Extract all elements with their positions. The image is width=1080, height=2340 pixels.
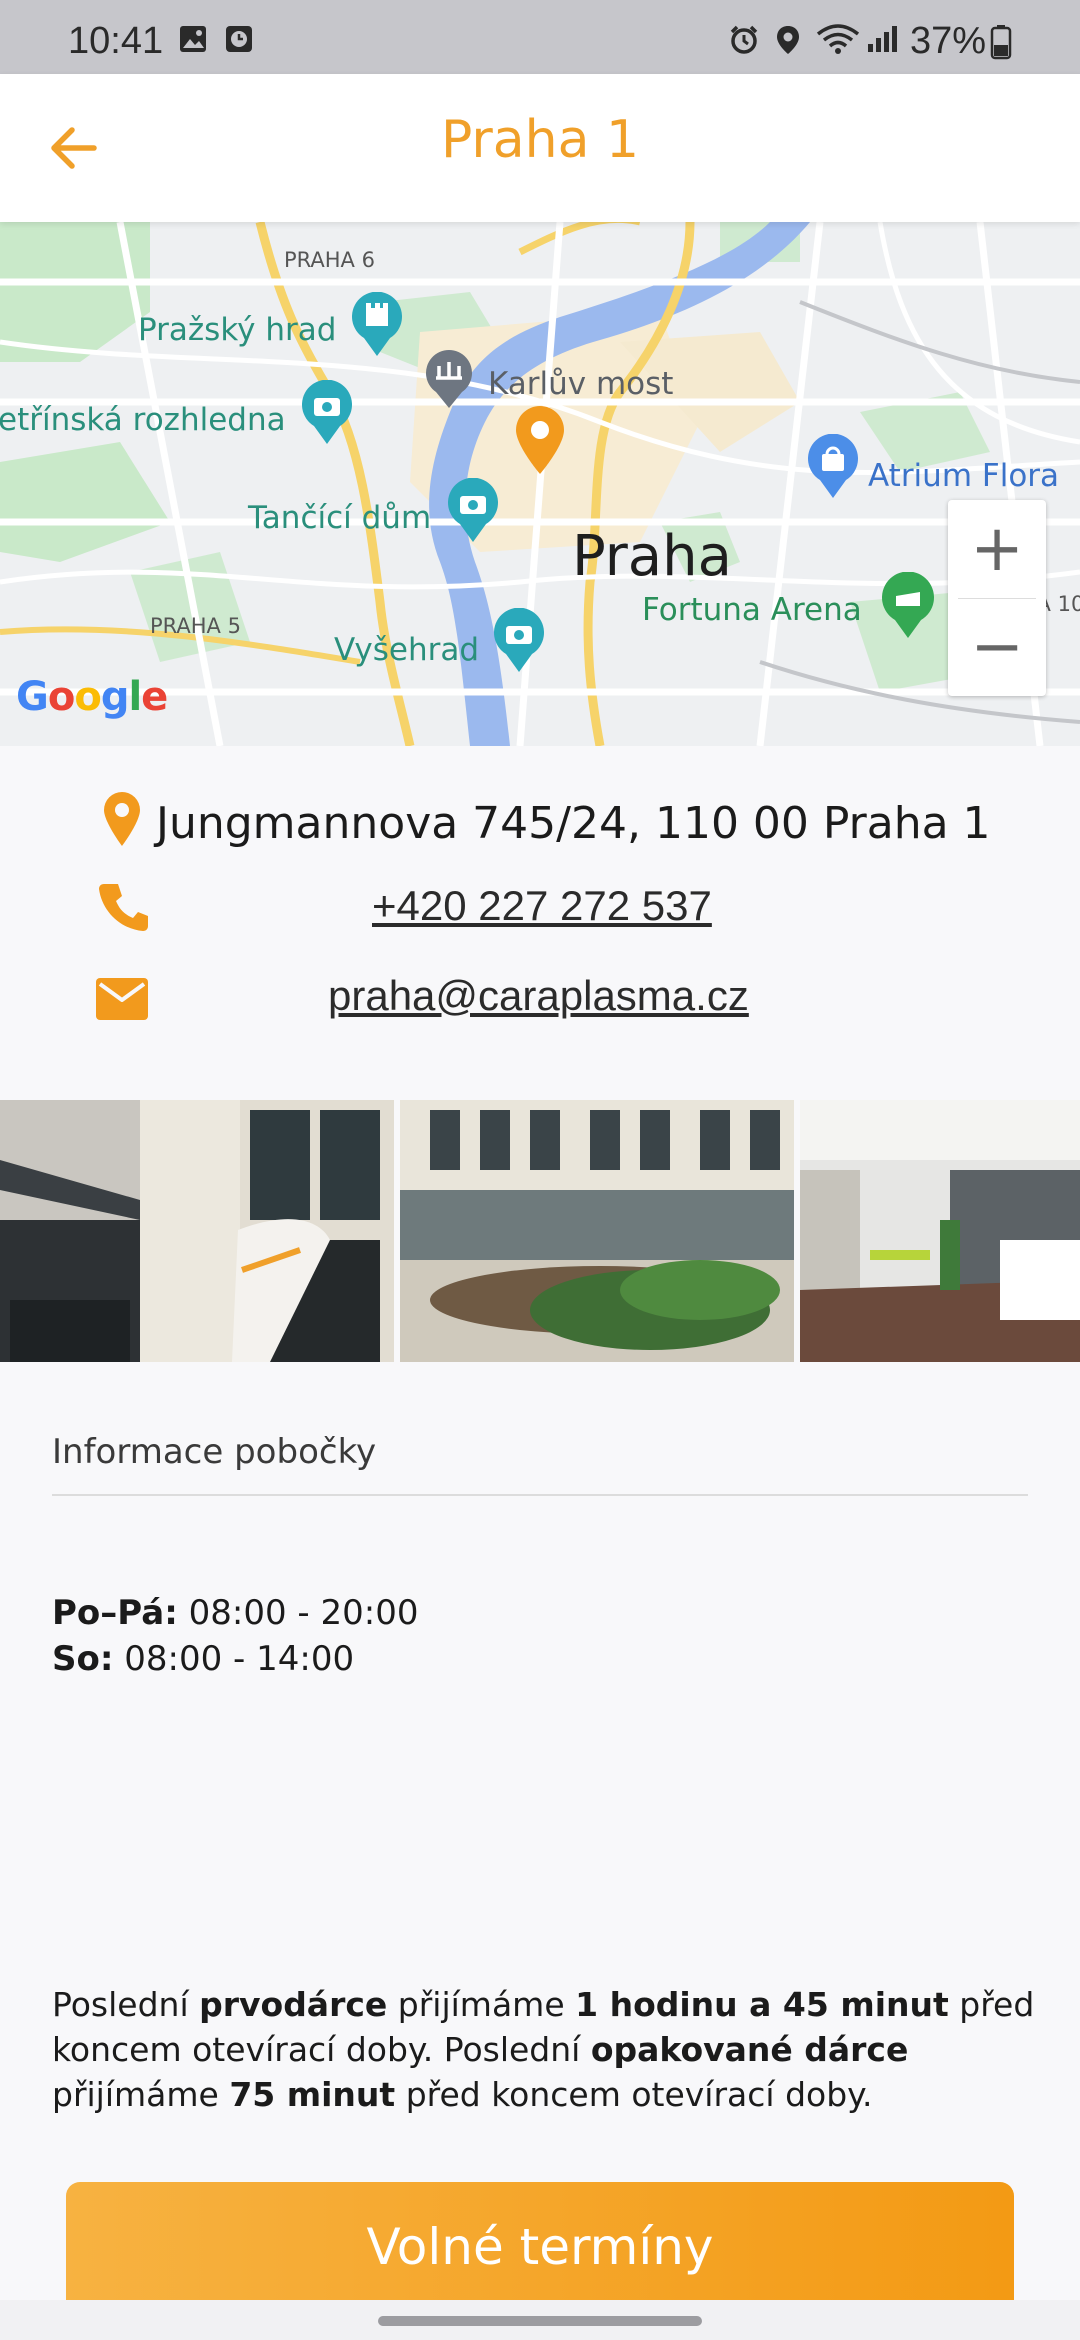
status-time: 10:41 <box>68 20 164 62</box>
camera-pin-icon[interactable] <box>492 608 546 674</box>
note-bold: prvodárce <box>199 1985 388 2024</box>
map-label-poi[interactable]: etřínská rozhledna <box>0 402 286 438</box>
battery-percent: 37% <box>910 20 987 62</box>
branch-photo[interactable] <box>800 1100 1080 1362</box>
zoom-controls: + − <box>948 500 1046 696</box>
hours-row: Po–Pá: 08:00 - 20:00 <box>52 1590 419 1636</box>
top-app-bar: Praha 1 <box>0 74 1080 222</box>
note-text: přijímáme <box>387 1985 576 2024</box>
branch-location-pin[interactable] <box>512 404 568 476</box>
system-nav-bar <box>0 2300 1080 2340</box>
note-bold: 75 minut <box>229 2075 396 2114</box>
map-label-poi[interactable]: Atrium Flora <box>868 458 1059 494</box>
branch-address: Jungmannova 745/24, 110 00 Praha 1 <box>156 798 991 849</box>
location-icon <box>777 26 799 54</box>
alarm-icon <box>730 25 758 54</box>
email-link[interactable]: praha@caraplasma.cz <box>328 972 749 1020</box>
map-label-city: Praha <box>572 524 732 589</box>
zoom-in-button[interactable]: + <box>948 500 1046 598</box>
note-text: Poslední <box>52 1985 200 2024</box>
opening-hours: Po–Pá: 08:00 - 20:00 So: 08:00 - 14:00 <box>52 1590 419 1682</box>
gesture-handle[interactable] <box>378 2316 702 2326</box>
map-label-poi[interactable]: Tančící dům <box>248 500 431 536</box>
hours-time: 08:00 - 20:00 <box>188 1593 419 1633</box>
map-label-district: PRAHA 6 <box>284 248 375 272</box>
camera-pin-icon[interactable] <box>446 478 500 544</box>
shopping-pin-icon[interactable] <box>806 434 860 500</box>
note-text: přijímáme <box>52 2075 230 2114</box>
branch-photos[interactable] <box>0 1100 1080 1362</box>
phone-link[interactable]: +420 227 272 537 <box>372 882 712 930</box>
hours-days: Po–Pá: <box>52 1593 178 1633</box>
zoom-out-button[interactable]: − <box>948 598 1046 696</box>
page-title: Praha 1 <box>440 110 640 170</box>
map-label-poi[interactable]: Vyšehrad <box>334 632 479 668</box>
location-pin-icon <box>104 792 140 846</box>
status-bar: 10:41 37% <box>0 0 1080 74</box>
map-label-district: PRAHA 5 <box>150 614 241 638</box>
castle-pin-icon[interactable] <box>350 292 404 358</box>
branch-map[interactable]: PRAHA 6 Pražský hrad Karlův most etřínsk… <box>0 222 1080 746</box>
hours-row: So: 08:00 - 14:00 <box>52 1636 419 1682</box>
map-label-poi[interactable]: Fortuna Arena <box>642 592 862 628</box>
section-title: Informace pobočky <box>52 1432 377 1472</box>
clock-icon <box>226 26 252 52</box>
note-text: před koncem otevírací doby. <box>395 2075 873 2114</box>
hours-days: So: <box>52 1639 114 1679</box>
hours-time: 08:00 - 14:00 <box>124 1639 355 1679</box>
stadium-pin-icon[interactable] <box>880 572 936 640</box>
note-bold: 1 hodinu a 45 minut <box>575 1985 949 2024</box>
image-icon <box>180 26 206 52</box>
battery-icon <box>990 25 1012 60</box>
map-label-poi[interactable]: Karlův most <box>488 366 673 402</box>
branch-photo[interactable] <box>0 1100 394 1362</box>
section-divider <box>52 1494 1028 1496</box>
signal-icon <box>868 26 897 52</box>
last-donor-note: Poslední prvodárce přijímáme 1 hodinu a … <box>52 1982 1042 2117</box>
google-logo: Google <box>16 674 168 720</box>
note-bold: opakované dárce <box>590 2030 909 2069</box>
branch-photo[interactable] <box>400 1100 794 1362</box>
contact-section: Jungmannova 745/24, 110 00 Praha 1 +420 … <box>0 746 1080 1100</box>
camera-pin-icon[interactable] <box>300 380 354 446</box>
wifi-icon <box>816 24 860 54</box>
map-label-poi[interactable]: Pražský hrad <box>138 312 336 348</box>
email-icon <box>96 978 148 1020</box>
phone-icon <box>99 884 148 931</box>
bridge-pin-icon[interactable] <box>424 348 474 410</box>
